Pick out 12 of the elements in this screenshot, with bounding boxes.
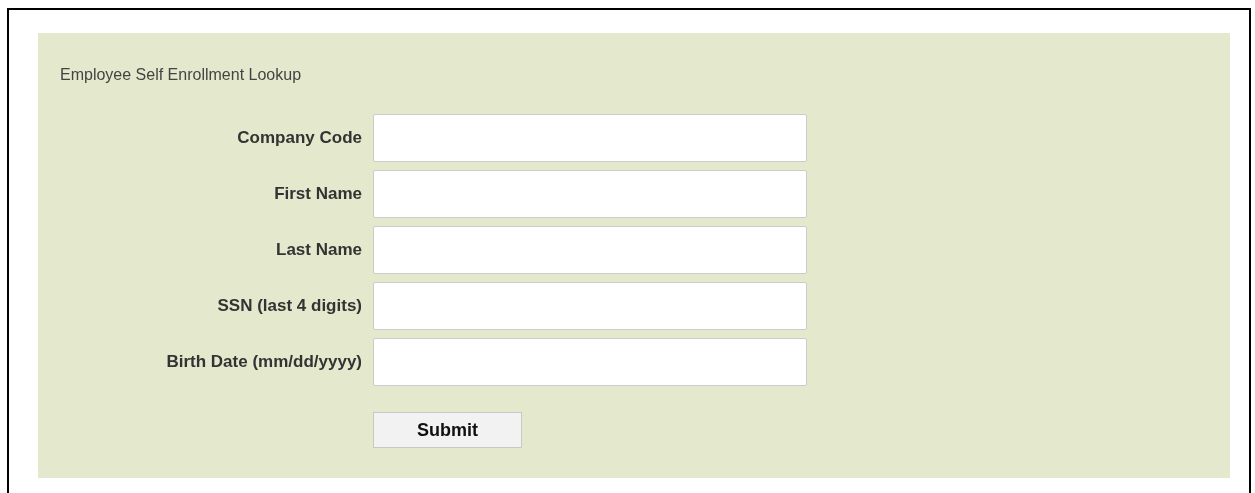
field-label: Birth Date (mm/dd/yyyy)	[166, 352, 362, 372]
field-label: Company Code	[237, 128, 362, 148]
input-field[interactable]	[373, 114, 807, 162]
form-title: Employee Self Enrollment Lookup	[60, 66, 303, 85]
field-label: First Name	[274, 184, 362, 204]
input-field[interactable]	[373, 282, 807, 330]
input-field[interactable]	[373, 226, 807, 274]
field-label: SSN (last 4 digits)	[217, 296, 362, 316]
submit-button[interactable]: Submit	[373, 412, 522, 448]
input-field[interactable]	[373, 338, 807, 386]
field-label: Last Name	[276, 240, 362, 260]
input-field[interactable]	[373, 170, 807, 218]
